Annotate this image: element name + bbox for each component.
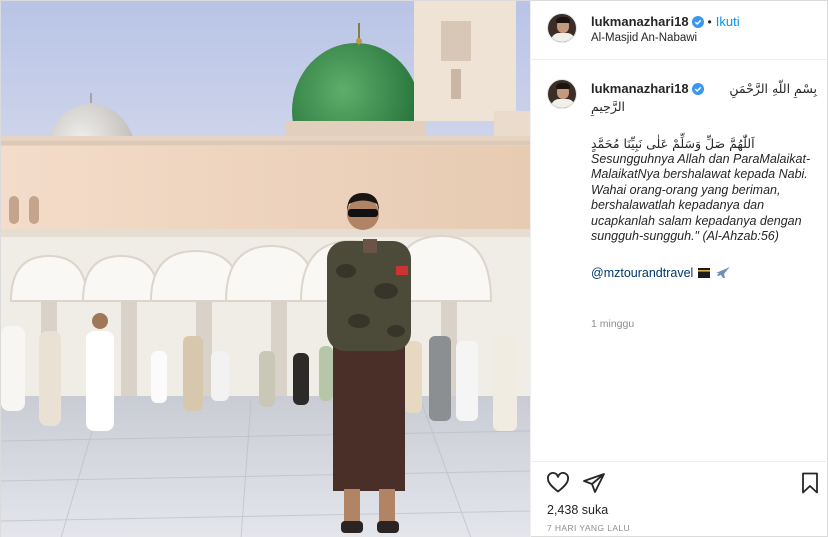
caption: lukmanazhari18 بِسْمِ اللّهِ الرَّحْمَنِ… <box>591 81 817 281</box>
post-header: lukmanazhari18 • Ikuti Al-Masjid An-Nabawi <box>531 1 828 60</box>
post-date[interactable]: 7 HARI YANG LALU <box>547 523 630 533</box>
post-actions: 2,438 suka 7 HARI YANG LALU <box>531 461 828 537</box>
kaaba-emoji-icon <box>698 267 711 278</box>
like-button[interactable] <box>546 471 570 495</box>
bookmark-icon <box>802 472 818 494</box>
separator-dot: • <box>707 15 712 29</box>
follow-button[interactable]: Ikuti <box>716 14 740 29</box>
likes-count[interactable]: 2,438 suka <box>547 503 608 517</box>
instagram-post: lukmanazhari18 • Ikuti Al-Masjid An-Nabawi… <box>0 0 828 537</box>
share-icon <box>583 473 605 493</box>
verified-badge-icon <box>691 83 704 95</box>
verified-badge-icon <box>691 16 704 28</box>
header-user-line: lukmanazhari18 • Ikuti <box>591 14 740 29</box>
avatar[interactable] <box>547 13 577 43</box>
caption-text: Sesungguhnya Allah dan ParaMalaikat-Mala… <box>591 151 811 244</box>
comment-time[interactable]: 1 minggu <box>591 318 634 330</box>
caption-mention-line: @mztourandtravel <box>591 265 817 282</box>
share-button[interactable] <box>582 471 606 495</box>
save-button[interactable] <box>798 471 822 495</box>
caption-arabic-basmala: بِسْمِ اللّهِ الرَّحْمَنِ <box>729 81 817 96</box>
caption-user-line: lukmanazhari18 بِسْمِ اللّهِ الرَّحْمَنِ <box>591 81 817 98</box>
caption-avatar[interactable] <box>547 79 577 109</box>
mosque-photo-illustration <box>1 1 530 537</box>
location-link[interactable]: Al-Masjid An-Nabawi <box>591 32 697 44</box>
airplane-emoji-icon <box>716 266 731 278</box>
post-photo[interactable] <box>1 1 530 537</box>
comments-area: lukmanazhari18 بِسْمِ اللّهِ الرَّحْمَنِ… <box>531 61 828 461</box>
caption-arabic-shalawat: اَللّٰهُمَّ صَلِّ وَسَلِّمْ عَلٰى نَبِيِ… <box>591 136 755 151</box>
heart-icon <box>547 472 569 493</box>
post-side-panel: lukmanazhari18 • Ikuti Al-Masjid An-Nabawi… <box>530 1 828 537</box>
mention-link[interactable]: @mztourandtravel <box>591 266 693 280</box>
caption-username[interactable]: lukmanazhari18 <box>591 81 689 96</box>
caption-arabic-line2: الرَّحِيمِ <box>591 98 625 114</box>
header-username[interactable]: lukmanazhari18 <box>591 14 689 29</box>
